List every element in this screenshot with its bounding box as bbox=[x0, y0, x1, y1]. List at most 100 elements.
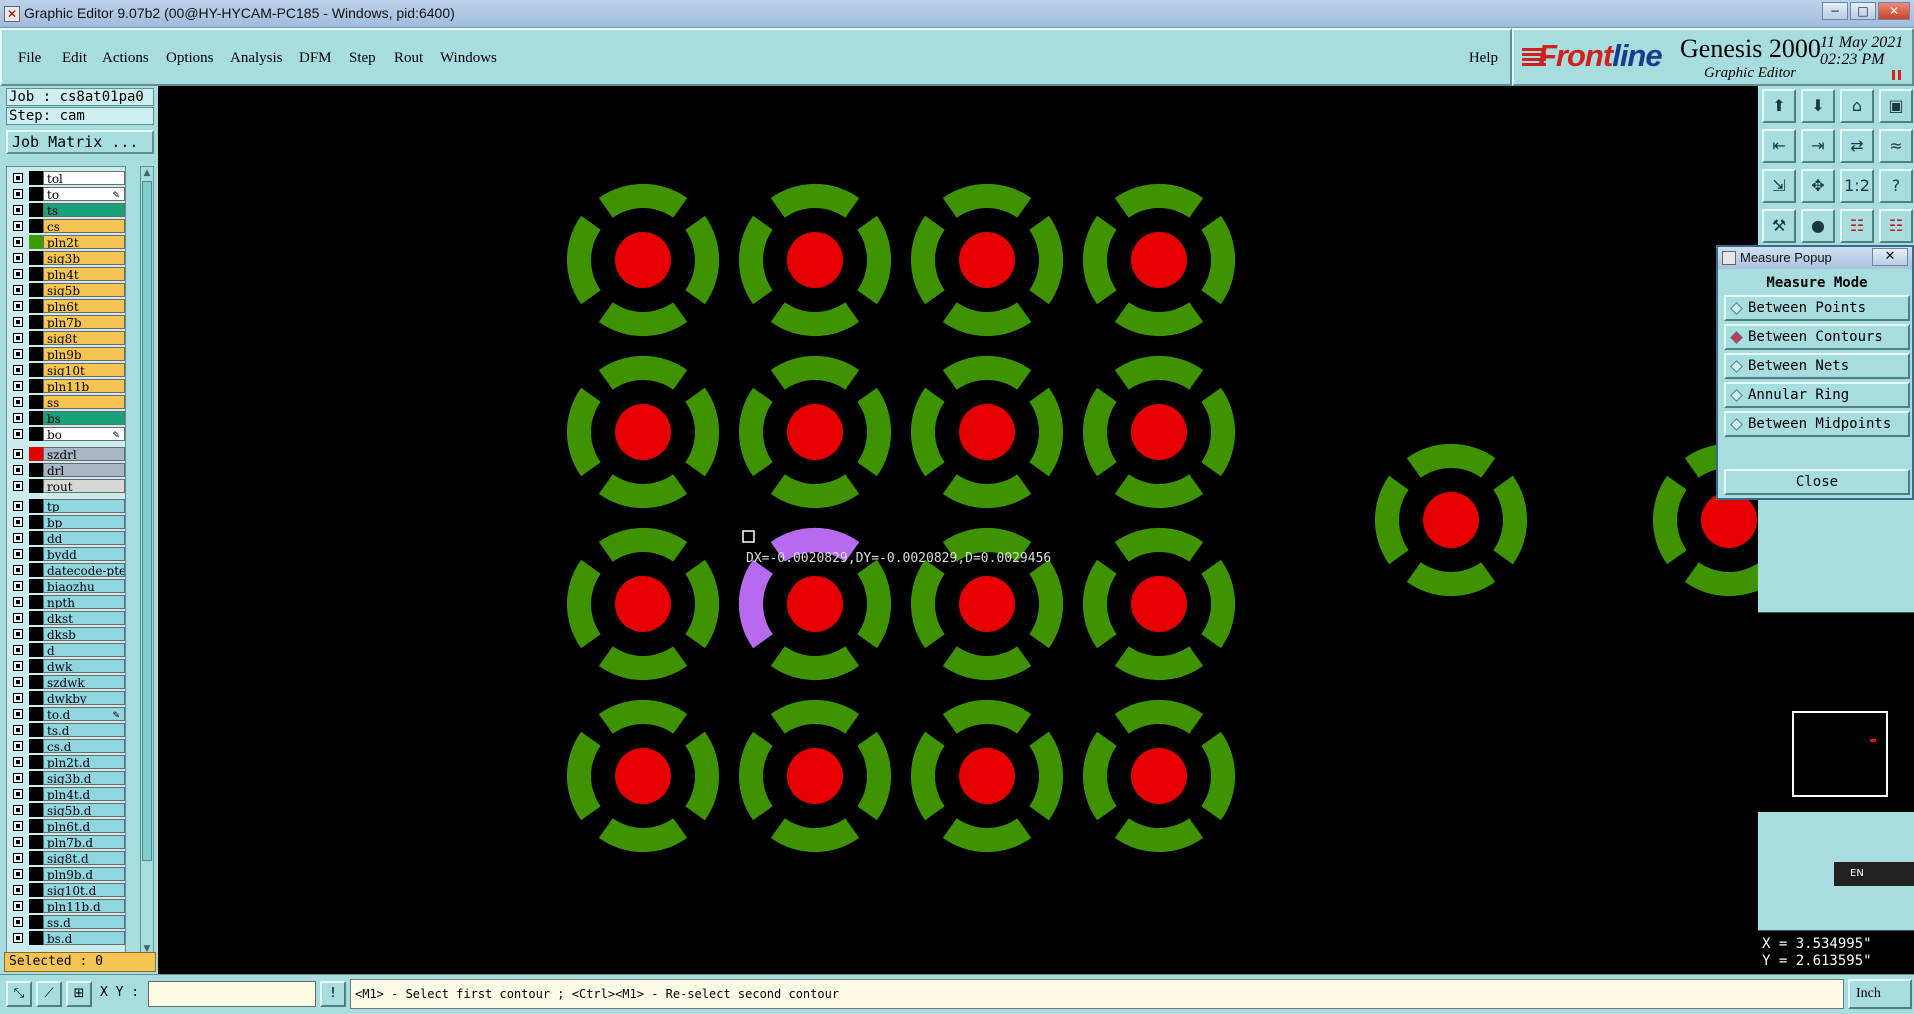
zoom-line-icon[interactable]: ⟋ bbox=[36, 981, 62, 1007]
layer-row[interactable]: szdrl bbox=[7, 446, 127, 462]
layer-row[interactable]: cs.d bbox=[7, 738, 127, 754]
layer-name[interactable]: biaozhu bbox=[43, 579, 125, 593]
info-icon[interactable]: ! bbox=[320, 981, 346, 1007]
layer-name[interactable]: ts bbox=[43, 203, 125, 217]
layer-row[interactable]: bydd bbox=[7, 546, 127, 562]
measure-mode-option[interactable]: Between Midpoints bbox=[1724, 411, 1910, 437]
scale-1-2-icon[interactable]: 1:2 bbox=[1840, 169, 1874, 203]
layer-row[interactable]: bp bbox=[7, 514, 127, 530]
layer-checkbox[interactable] bbox=[13, 285, 23, 295]
grid-icon[interactable]: ⊞ bbox=[66, 981, 92, 1007]
layer-row[interactable]: pln4t.d bbox=[7, 786, 127, 802]
layer-name[interactable]: bs.d bbox=[43, 931, 125, 945]
scroll-up-icon[interactable]: ▲ bbox=[142, 167, 152, 179]
layer-row[interactable]: sig10t.d bbox=[7, 882, 127, 898]
layer-name[interactable]: sig8t bbox=[43, 331, 125, 345]
layer-name[interactable]: pln4t bbox=[43, 267, 125, 281]
layer-down-icon[interactable]: ⬇ bbox=[1801, 89, 1835, 123]
layer-checkbox[interactable] bbox=[13, 885, 23, 895]
layer-row[interactable]: sig5b bbox=[7, 282, 127, 298]
layer-name[interactable]: bydd bbox=[43, 547, 125, 561]
layer-checkbox[interactable] bbox=[13, 853, 23, 863]
layer-row[interactable]: sig8t bbox=[7, 330, 127, 346]
layer-checkbox[interactable] bbox=[13, 221, 23, 231]
layer-checkbox[interactable] bbox=[13, 173, 23, 183]
layer-name[interactable]: dwkby bbox=[43, 691, 125, 705]
menu-rout[interactable]: Rout bbox=[394, 50, 423, 67]
layer-row[interactable]: pln2t.d bbox=[7, 754, 127, 770]
graphic-canvas[interactable]: DX=-0.0020829,DY=-0.0020829,D=0.0029456 bbox=[158, 86, 1758, 974]
menu-file[interactable]: File bbox=[18, 50, 41, 67]
zoom-in-icon[interactable]: ✥ bbox=[1801, 169, 1835, 203]
layer-name[interactable]: pln2t.d bbox=[43, 755, 125, 769]
layer-row[interactable]: pln7b bbox=[7, 314, 127, 330]
layer-name[interactable]: bp bbox=[43, 515, 125, 529]
layer-checkbox[interactable] bbox=[13, 773, 23, 783]
layer-row[interactable]: bs.d bbox=[7, 930, 127, 946]
layer-row[interactable]: cs bbox=[7, 218, 127, 234]
layer-up-icon[interactable]: ⬆ bbox=[1762, 89, 1796, 123]
layer-row[interactable]: to ✎ bbox=[7, 186, 127, 202]
layer-row[interactable]: pln9b.d bbox=[7, 866, 127, 882]
popup-close-button[interactable]: Close bbox=[1724, 469, 1910, 495]
layer-name[interactable]: to ✎ bbox=[43, 187, 125, 201]
layer-row[interactable]: to.d ✎ bbox=[7, 706, 127, 722]
layer-name[interactable]: to.d ✎ bbox=[43, 707, 125, 721]
layer-name[interactable]: pln7b bbox=[43, 315, 125, 329]
layer-name[interactable]: pln9b bbox=[43, 347, 125, 361]
layer-row[interactable]: sig5b.d bbox=[7, 802, 127, 818]
minimize-button[interactable]: − bbox=[1822, 2, 1848, 20]
layer-row[interactable]: dwk bbox=[7, 658, 127, 674]
menu-help[interactable]: Help bbox=[1469, 50, 1498, 67]
xy-input[interactable] bbox=[148, 981, 316, 1007]
layer-row[interactable]: npth bbox=[7, 594, 127, 610]
layer-row[interactable]: drl bbox=[7, 462, 127, 478]
layer-row[interactable]: sig3b.d bbox=[7, 770, 127, 786]
swap-icon[interactable]: ⇄ bbox=[1840, 129, 1874, 163]
layer-row[interactable]: sig10t bbox=[7, 362, 127, 378]
layer-checkbox[interactable] bbox=[13, 901, 23, 911]
layer-name[interactable]: pln6t bbox=[43, 299, 125, 313]
layer-checkbox[interactable] bbox=[13, 429, 23, 439]
layer-row[interactable]: ss bbox=[7, 394, 127, 410]
layer-checkbox[interactable] bbox=[13, 465, 23, 475]
layer-name[interactable]: pln11b bbox=[43, 379, 125, 393]
layer-checkbox[interactable] bbox=[13, 821, 23, 831]
layer-checkbox[interactable] bbox=[13, 581, 23, 591]
language-indicator[interactable]: EN bbox=[1834, 862, 1914, 886]
layer-checkbox[interactable] bbox=[13, 805, 23, 815]
measure-mode-option[interactable]: Between Points bbox=[1724, 295, 1910, 321]
layer-checkbox[interactable] bbox=[13, 269, 23, 279]
help-icon[interactable]: ? bbox=[1879, 169, 1913, 203]
layer-checkbox[interactable] bbox=[13, 533, 23, 543]
measure-icon[interactable]: ⚒ bbox=[1762, 209, 1796, 243]
layer-scrollbar[interactable]: ▲ ▼ bbox=[140, 166, 154, 956]
home-icon[interactable]: ⌂ bbox=[1840, 89, 1874, 123]
layer-checkbox[interactable] bbox=[13, 365, 23, 375]
layer-row[interactable]: d bbox=[7, 642, 127, 658]
layer-checkbox[interactable] bbox=[13, 413, 23, 423]
layer-row[interactable]: pln11b.d bbox=[7, 898, 127, 914]
layer-checkbox[interactable] bbox=[13, 869, 23, 879]
layer-row[interactable]: pln9b bbox=[7, 346, 127, 362]
layer-checkbox[interactable] bbox=[13, 565, 23, 575]
snap-icon[interactable]: ≈ bbox=[1879, 129, 1913, 163]
layer-name[interactable]: npth bbox=[43, 595, 125, 609]
layer-checkbox[interactable] bbox=[13, 629, 23, 639]
layer-checkbox[interactable] bbox=[13, 349, 23, 359]
zoom-area-icon[interactable]: ⤡ bbox=[6, 981, 32, 1007]
layer-name[interactable]: pln11b.d bbox=[43, 899, 125, 913]
layer-row[interactable]: pln6t.d bbox=[7, 818, 127, 834]
zoom-fit-icon[interactable]: ⇲ bbox=[1762, 169, 1796, 203]
close-button[interactable]: ✕ bbox=[1878, 2, 1910, 20]
layer-checkbox[interactable] bbox=[13, 189, 23, 199]
layer-checkbox[interactable] bbox=[13, 837, 23, 847]
layer-name[interactable]: datecode-pte bbox=[43, 563, 125, 577]
layer-row[interactable]: sig3b bbox=[7, 250, 127, 266]
layer-checkbox[interactable] bbox=[13, 237, 23, 247]
layer-name[interactable]: tp bbox=[43, 499, 125, 513]
layer-name[interactable]: dksb bbox=[43, 627, 125, 641]
layer-row[interactable]: dd bbox=[7, 530, 127, 546]
layer-row[interactable]: ts bbox=[7, 202, 127, 218]
measure-mode-option[interactable]: Annular Ring bbox=[1724, 382, 1910, 408]
